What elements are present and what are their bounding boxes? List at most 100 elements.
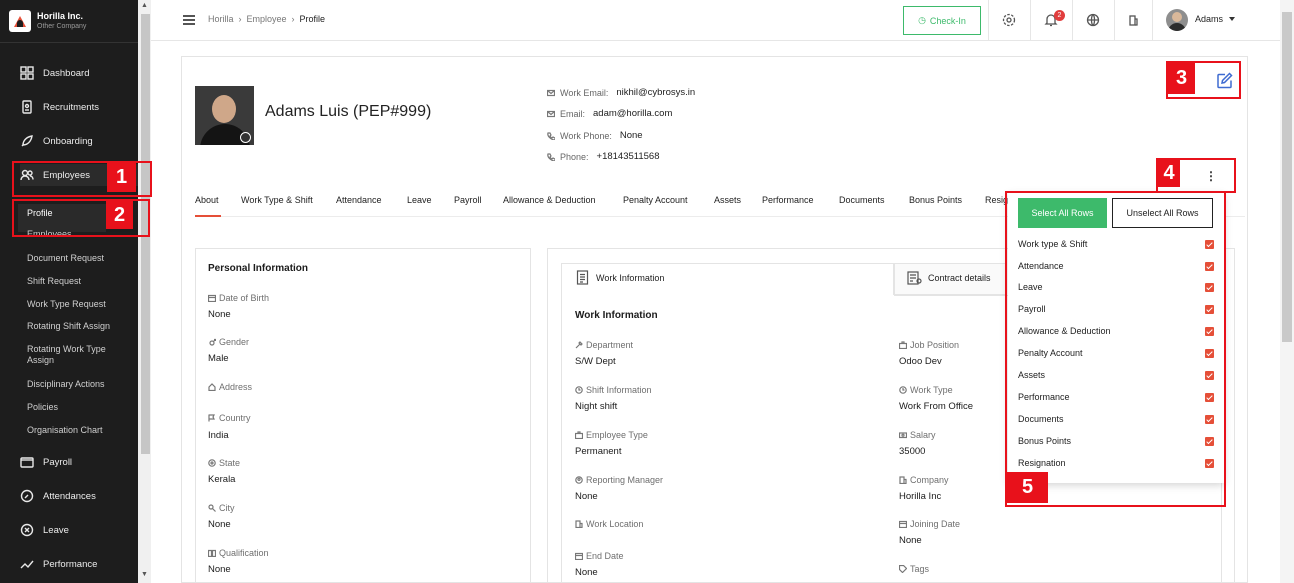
- contact-value[interactable]: nikhil@cybrosys.in: [616, 87, 695, 98]
- clock-icon: ◷: [918, 15, 926, 25]
- scroll-up-arrow-icon[interactable]: ▲: [141, 2, 148, 9]
- breadcrumb: Horilla › Employee › Profile: [208, 14, 325, 24]
- field-label-country: Country: [208, 413, 251, 423]
- tab-documents[interactable]: Documents: [839, 195, 885, 205]
- brand-name: Horilla Inc.: [37, 11, 84, 21]
- book-icon: [208, 549, 216, 557]
- topbar-divider: [1030, 0, 1031, 41]
- sidebar-item-performance[interactable]: Performance: [20, 553, 138, 575]
- label-text: Tags: [910, 564, 930, 574]
- field-label-tags: Tags: [899, 564, 929, 574]
- sidebar-item-label: Onboarding: [43, 135, 93, 147]
- tab-leave[interactable]: Leave: [407, 195, 432, 205]
- field-value-date-of-birth: None: [208, 309, 231, 320]
- field-label-gender: Gender: [208, 337, 249, 347]
- sidebar-item-dashboard[interactable]: Dashboard: [20, 62, 138, 84]
- dashboard-icon: [20, 66, 34, 80]
- field-value-work-type: Work From Office: [899, 401, 974, 412]
- building-icon: [575, 520, 583, 528]
- field-label-job-position: Job Position: [899, 340, 959, 350]
- sidebar-sub-policies[interactable]: Policies: [27, 402, 135, 413]
- globe-language-icon[interactable]: [1086, 13, 1100, 27]
- chevron-down-icon[interactable]: [1229, 17, 1235, 21]
- field-value-company: Horilla Inc: [899, 491, 942, 502]
- label-text: Job Position: [910, 340, 960, 350]
- work-information-title: Work Information: [575, 310, 658, 321]
- label-text: City: [219, 503, 235, 513]
- sidebar-item-label: Leave: [43, 524, 69, 536]
- tab-work-information-label[interactable]: Work Information: [575, 270, 664, 285]
- field-label-state: State: [208, 458, 240, 468]
- label-text: Work Information: [596, 272, 665, 283]
- horilla-logo-icon: [9, 10, 31, 32]
- settings-gear-icon[interactable]: [1002, 13, 1016, 27]
- mail-icon: [547, 110, 555, 117]
- tab-penalty-account[interactable]: Penalty Account: [623, 195, 688, 205]
- company-building-icon[interactable]: [1126, 13, 1140, 27]
- annotation-label-2: 2: [106, 201, 133, 229]
- annotation-label-4: 4: [1158, 160, 1180, 187]
- sidebar-item-leave[interactable]: Leave: [20, 519, 138, 541]
- briefcase-icon: [575, 431, 583, 439]
- label-text: Salary: [910, 430, 936, 440]
- sidebar-sub-shift-request[interactable]: Shift Request: [27, 276, 135, 287]
- tab-performance[interactable]: Performance: [762, 195, 814, 205]
- field-label-company: Company: [899, 475, 949, 485]
- sidebar-item-payroll[interactable]: Payroll: [20, 451, 138, 473]
- breadcrumb-horilla[interactable]: Horilla: [208, 14, 234, 24]
- breadcrumb-profile: Profile: [299, 14, 326, 24]
- tab-about[interactable]: About: [195, 195, 219, 205]
- tab-assets[interactable]: Assets: [714, 195, 741, 205]
- topbar-divider: [1072, 0, 1073, 41]
- field-label-work-location: Work Location: [575, 519, 643, 529]
- field-label-joining-date: Joining Date: [899, 519, 960, 529]
- sidebar-item-label: Dashboard: [43, 67, 90, 79]
- contact-label: Work Phone:: [560, 130, 612, 141]
- label-text: Country: [219, 413, 251, 423]
- sidebar-sub-work-type-request[interactable]: Work Type Request: [27, 299, 135, 310]
- contact-label: Email:: [560, 108, 586, 119]
- contact-value[interactable]: adam@horilla.com: [593, 108, 672, 119]
- field-value-job-position: Odoo Dev: [899, 356, 942, 367]
- calendar-icon: [575, 552, 583, 560]
- scroll-down-arrow-icon[interactable]: ▼: [141, 571, 148, 578]
- sidebar-sub-rotating-shift-assign[interactable]: Rotating Shift Assign: [27, 321, 135, 332]
- sidebar-item-onboarding[interactable]: Onboarding: [20, 130, 138, 152]
- label-text: Shift Information: [586, 385, 652, 395]
- brand[interactable]: Horilla Inc. Other Company: [9, 8, 134, 34]
- sidebar-item-label: Performance: [43, 558, 98, 570]
- check-in-button[interactable]: ◷ Check-In: [903, 6, 981, 35]
- sidebar-item-recruitments[interactable]: Recruitments: [20, 96, 138, 118]
- tab-bonus-points[interactable]: Bonus Points: [909, 195, 962, 205]
- clock-icon: [20, 489, 34, 503]
- tab-attendance[interactable]: Attendance: [336, 195, 382, 205]
- contact-value[interactable]: +18143511568: [597, 151, 660, 162]
- calendar-icon: [208, 294, 216, 302]
- brand-subtitle: Other Company: [37, 23, 87, 30]
- sidebar-sub-document-request[interactable]: Document Request: [27, 253, 135, 264]
- calendar-icon: [899, 520, 907, 528]
- tab-work-type-shift[interactable]: Work Type & Shift: [241, 195, 313, 205]
- sidebar-sub-rotating-work-type-assign[interactable]: Rotating Work Type Assign: [27, 344, 127, 366]
- main-scroll-thumb[interactable]: [1282, 12, 1292, 342]
- annotation-label-3: 3: [1168, 63, 1195, 94]
- tab-allowance-deduction[interactable]: Allowance & Deduction: [503, 195, 596, 205]
- label-text: Contract details: [928, 272, 991, 283]
- home-icon: [208, 383, 216, 391]
- briefcase-icon: [899, 341, 907, 349]
- sidebar-item-attendances[interactable]: Attendances: [20, 485, 138, 507]
- sidebar-sub-disciplinary-actions[interactable]: Disciplinary Actions: [27, 379, 135, 390]
- label-text: Work Type: [910, 385, 953, 395]
- phone-icon: [547, 152, 555, 161]
- label-text: Joining Date: [910, 519, 961, 529]
- user-name[interactable]: Adams: [1195, 14, 1223, 24]
- user-avatar[interactable]: [1166, 9, 1188, 31]
- sidebar-sub-organisation-chart[interactable]: Organisation Chart: [27, 425, 135, 436]
- label-text: End Date: [586, 551, 624, 561]
- contact-label: Phone:: [560, 151, 589, 162]
- breadcrumb-employee[interactable]: Employee: [247, 14, 287, 24]
- breadcrumb-separator-icon: ›: [291, 14, 295, 24]
- hamburger-menu-icon[interactable]: [183, 15, 195, 25]
- tab-payroll[interactable]: Payroll: [454, 195, 482, 205]
- tab-contract-details-label[interactable]: Contract details: [907, 270, 991, 285]
